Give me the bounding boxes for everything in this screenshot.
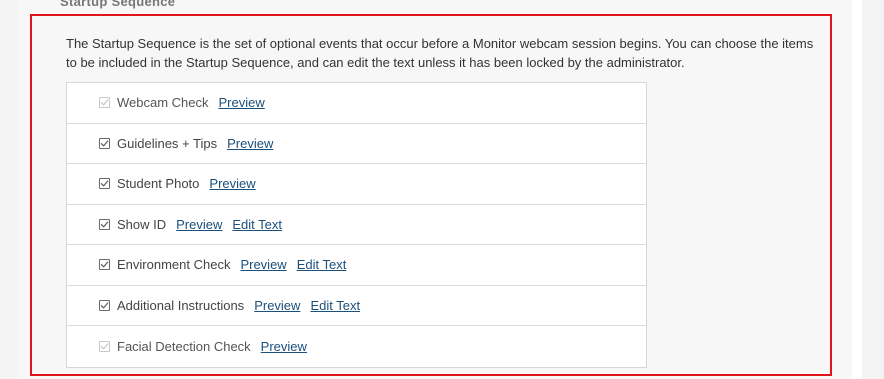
- startup-item-label: Webcam Check: [117, 95, 209, 111]
- checkbox[interactable]: [99, 299, 110, 311]
- preview-link[interactable]: Preview: [261, 339, 307, 354]
- locked-checkbox: [99, 97, 110, 109]
- startup-item-row: Additional Instructions Preview Edit Text: [67, 286, 646, 326]
- startup-sequence-list: Webcam Check Preview Guidelines + Tips Prev…: [66, 82, 647, 368]
- check-icon: [100, 261, 109, 268]
- check-icon: [100, 180, 109, 187]
- edit-text-link[interactable]: Edit Text: [297, 257, 347, 272]
- preview-link[interactable]: Preview: [254, 298, 300, 313]
- startup-item-row: Show ID Preview Edit Text: [67, 205, 646, 245]
- startup-item-row: Student Photo Preview: [67, 164, 646, 205]
- startup-item-label: Facial Detection Check: [117, 338, 251, 354]
- startup-item-label: Student Photo: [117, 176, 200, 192]
- startup-item-label: Additional Instructions: [117, 297, 245, 313]
- startup-item-row: Webcam Check Preview: [67, 83, 646, 124]
- preview-link[interactable]: Preview: [176, 217, 222, 232]
- check-icon: [100, 302, 109, 309]
- check-icon: [100, 140, 109, 147]
- check-icon: [100, 221, 109, 228]
- page-background-left: [0, 0, 18, 379]
- startup-item-label: Show ID: [117, 216, 167, 232]
- page-gutter: [852, 0, 862, 379]
- locked-checkbox: [99, 340, 110, 352]
- right-sidebar-strip: [862, 0, 884, 379]
- startup-item-row: Environment Check Preview Edit Text: [67, 245, 646, 286]
- preview-link[interactable]: Preview: [219, 95, 265, 110]
- check-icon: [100, 99, 109, 106]
- checkbox[interactable]: [99, 259, 110, 271]
- edit-text-link[interactable]: Edit Text: [232, 217, 282, 232]
- startup-item-label: Guidelines + Tips: [117, 135, 218, 151]
- section-description: The Startup Sequence is the set of optio…: [66, 36, 814, 70]
- checkbox[interactable]: [99, 178, 110, 190]
- preview-link[interactable]: Preview: [240, 257, 286, 272]
- preview-link[interactable]: Preview: [209, 176, 255, 191]
- edit-text-link[interactable]: Edit Text: [310, 298, 360, 313]
- checkbox[interactable]: [99, 218, 110, 230]
- check-icon: [100, 343, 109, 350]
- section-heading: Startup Sequence: [60, 0, 176, 9]
- checkbox[interactable]: [99, 137, 110, 149]
- startup-item-row: Guidelines + Tips Preview: [67, 124, 646, 164]
- preview-link[interactable]: Preview: [227, 136, 273, 151]
- startup-item-row: Facial Detection Check Preview: [67, 326, 646, 367]
- startup-item-label: Environment Check: [117, 257, 231, 273]
